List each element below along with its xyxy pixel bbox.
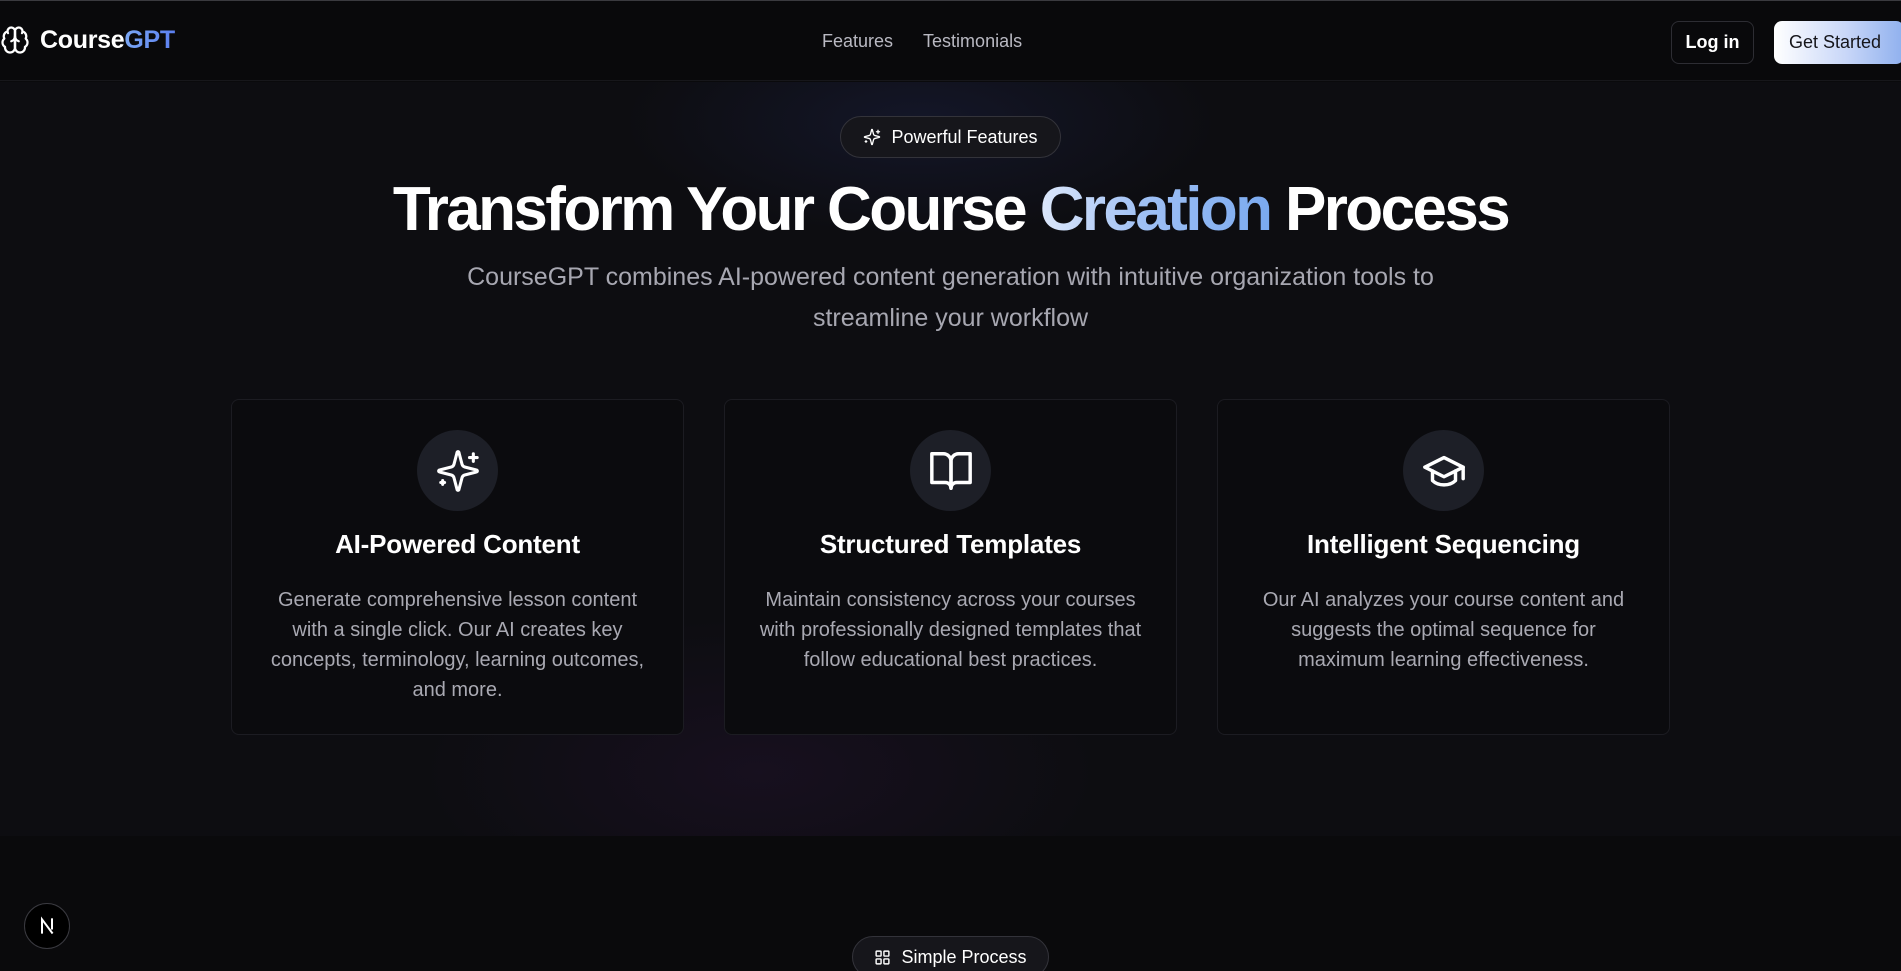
headline-part1: Transform Your Course <box>392 175 1028 244</box>
grid-icon <box>875 949 891 965</box>
main-nav: Features Testimonials <box>822 31 1022 52</box>
feature-icon-circle <box>910 430 991 511</box>
nextjs-logo-icon <box>41 916 54 935</box>
feature-card-sequencing: Intelligent Sequencing Our AI analyzes y… <box>1217 399 1670 735</box>
brand-name-part1: Course <box>40 25 125 54</box>
sparkles-icon <box>436 449 479 492</box>
headline-highlight: Creation <box>1039 175 1273 244</box>
section-subtitle: CourseGPT combines AI-powered content ge… <box>467 263 1434 332</box>
feature-card-title: Structured Templates <box>819 529 1082 559</box>
feature-card-title: Intelligent Sequencing <box>1307 529 1580 559</box>
brand-logo[interactable]: CourseGPT <box>0 25 175 55</box>
powerful-features-badge: Powerful Features <box>840 116 1061 158</box>
nav-link-testimonials[interactable]: Testimonials <box>923 31 1022 52</box>
sparkles-icon <box>864 128 881 146</box>
feature-card-description: Our AI analyzes your course content and … <box>1262 589 1625 671</box>
graduation-cap-icon <box>1422 455 1465 487</box>
feature-card-ai-content: AI-Powered Content Generate comprehensiv… <box>231 399 684 735</box>
headline-part2: Process <box>1285 175 1511 244</box>
get-started-button[interactable]: Get Started <box>1774 21 1901 64</box>
brain-icon <box>1 26 29 54</box>
feature-card-description: Maintain consistency across your courses… <box>759 589 1142 671</box>
section-headline: Transform Your Course Creation Process <box>0 174 1901 245</box>
badge-label: Powerful Features <box>891 126 1038 147</box>
login-button[interactable]: Log in <box>1671 21 1754 64</box>
process-section: Simple Process <box>0 836 1901 971</box>
feature-card-title: AI-Powered Content <box>335 529 580 559</box>
feature-card-templates: Structured Templates Maintain consistenc… <box>724 399 1177 735</box>
brand-name-part2: GPT <box>124 25 175 54</box>
features-section: Powerful Features Transform Your Course … <box>0 82 1901 836</box>
feature-card-description: Generate comprehensive lesson content wi… <box>270 589 645 701</box>
feature-icon-circle <box>1403 430 1484 511</box>
nextjs-dev-indicator[interactable] <box>24 903 70 949</box>
feature-icon-circle <box>417 430 498 511</box>
badge-label: Simple Process <box>901 946 1027 967</box>
book-open-icon <box>929 451 972 490</box>
top-navbar: CourseGPT Features Testimonials Log in G… <box>0 0 1901 81</box>
brand-name: CourseGPT <box>40 26 175 55</box>
simple-process-badge: Simple Process <box>852 936 1049 971</box>
page: CourseGPT Features Testimonials Log in G… <box>0 0 1901 971</box>
nav-link-features[interactable]: Features <box>822 31 893 52</box>
